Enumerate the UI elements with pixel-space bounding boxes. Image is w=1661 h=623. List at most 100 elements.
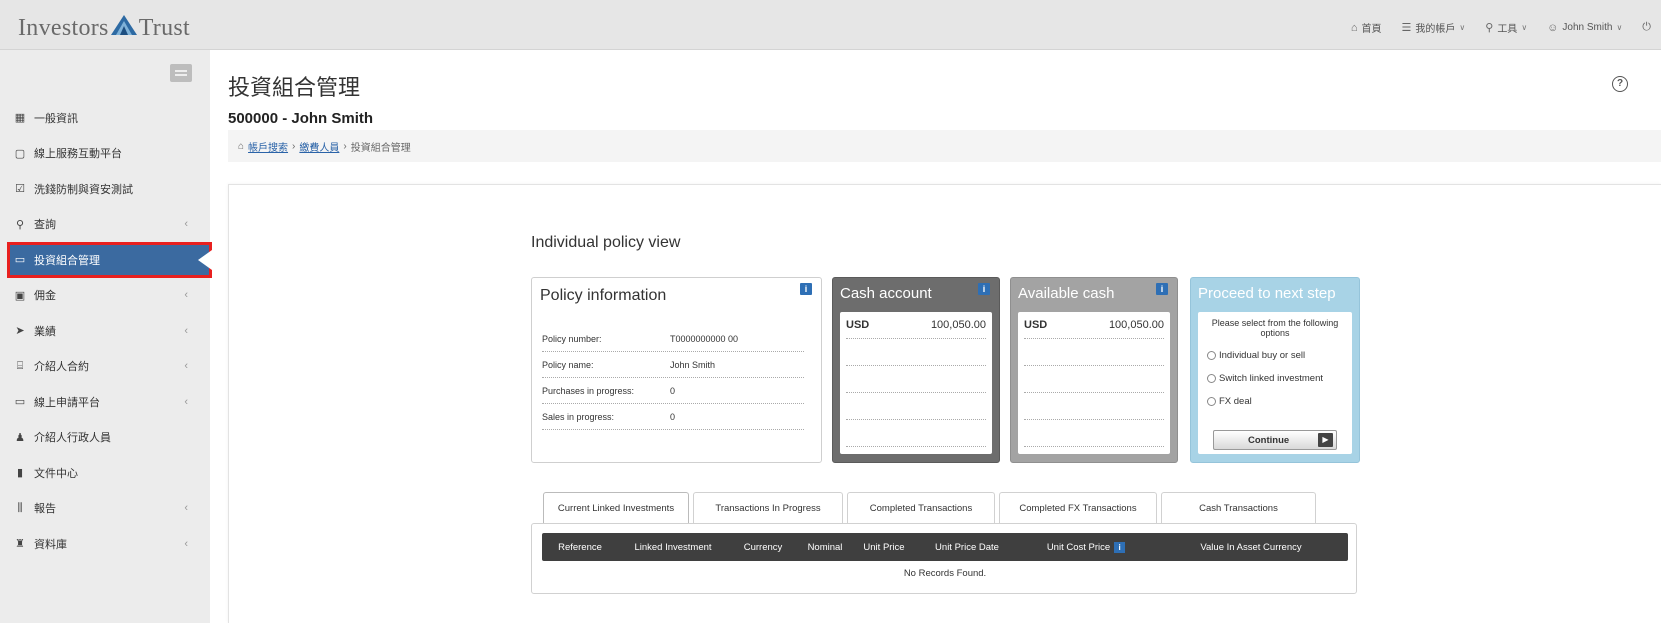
available-cash-card: Available cash i USD 100,050.00 bbox=[1010, 277, 1178, 463]
tab-cash-transactions[interactable]: Cash Transactions bbox=[1161, 492, 1316, 524]
continue-button[interactable]: Continue ▶ bbox=[1213, 430, 1337, 450]
users-icon: ♟ bbox=[15, 431, 25, 444]
checklist-icon: ☑ bbox=[15, 183, 25, 196]
grid-icon: ▦ bbox=[14, 112, 26, 125]
breadcrumb-current: 投資組合管理 bbox=[350, 142, 411, 154]
policy-number-label: Policy number: bbox=[542, 333, 602, 344]
logo-emblem-icon bbox=[110, 14, 138, 43]
column-header-nominal[interactable]: Nominal bbox=[798, 542, 852, 553]
option-fx-deal[interactable]: FX deal bbox=[1207, 396, 1352, 407]
available-cash-body: USD 100,050.00 bbox=[1018, 312, 1170, 454]
sidebar-item-online-service[interactable]: ▢ 線上服務互動平台 bbox=[0, 136, 210, 172]
chevron-left-icon: ‹ bbox=[184, 324, 188, 337]
option-individual-buy-sell[interactable]: Individual buy or sell bbox=[1207, 350, 1352, 361]
logo-text-right: Trust bbox=[138, 15, 191, 41]
tab-completed-transactions[interactable]: Completed Transactions bbox=[847, 492, 995, 524]
sidebar-item-introducer-admin[interactable]: ♟ 介紹人行政人員 bbox=[0, 420, 210, 456]
sidebar-item-online-application[interactable]: ▭ 線上申請平台 ‹ bbox=[0, 384, 210, 420]
home-icon: ⌂ bbox=[238, 140, 245, 152]
top-nav-user[interactable]: ☺ John Smith ∨ bbox=[1547, 20, 1622, 35]
sidebar-item-search[interactable]: ⚲ 查詢 ‹ bbox=[0, 207, 210, 243]
chevron-left-icon: ‹ bbox=[184, 502, 188, 515]
top-nav-home[interactable]: ⌂ 首頁 bbox=[1351, 20, 1382, 36]
document-icon: ▮ bbox=[16, 467, 24, 480]
currency-label: USD bbox=[846, 319, 870, 331]
sidebar-item-general-info[interactable]: ▦ 一般資訊 bbox=[0, 100, 210, 136]
currency-label: USD bbox=[1024, 319, 1048, 331]
info-icon[interactable]: i bbox=[1114, 541, 1126, 553]
sidebar-item-label: 投資組合管理 bbox=[34, 254, 100, 267]
top-nav-tools[interactable]: ⚲ 工具 ∨ bbox=[1485, 20, 1527, 35]
no-records-message: No Records Found. bbox=[903, 568, 987, 579]
breadcrumb-separator: › bbox=[292, 140, 296, 152]
top-nav-my-account[interactable]: ☰ 我的帳戶 ∨ bbox=[1402, 20, 1466, 35]
investors-trust-logo[interactable]: Investors Trust bbox=[18, 14, 190, 43]
breadcrumb: ⌂ 帳戶搜索 › 繳費人員 › 投資組合管理 bbox=[228, 130, 1661, 162]
tab-current-linked-investments[interactable]: Current Linked Investments bbox=[543, 492, 689, 524]
sidebar-item-label: 線上申請平台 bbox=[34, 396, 100, 409]
breadcrumb-link-account-search[interactable]: 帳戶搜索 bbox=[248, 139, 288, 154]
search-icon: ⚲ bbox=[15, 218, 25, 231]
sidebar-item-library[interactable]: ♜ 資料庫 ‹ bbox=[0, 526, 210, 562]
cash-account-title: Cash account bbox=[840, 285, 932, 302]
radio-button[interactable] bbox=[1207, 351, 1216, 360]
info-icon[interactable]: i bbox=[1156, 283, 1168, 295]
wrench-icon: ⚲ bbox=[1485, 22, 1494, 34]
transactions-tabs: Current Linked Investments Transactions … bbox=[543, 492, 1320, 524]
sidebar-item-aml-test[interactable]: ☑ 洗錢防制與資安測試 bbox=[0, 171, 210, 207]
table-header: Reference Linked Investment Currency Nom… bbox=[542, 533, 1348, 561]
breadcrumb-link-payer[interactable]: 繳費人員 bbox=[299, 139, 339, 154]
chevron-left-icon: ‹ bbox=[184, 360, 188, 373]
tab-completed-fx-transactions[interactable]: Completed FX Transactions bbox=[999, 492, 1157, 524]
column-header-unit-price[interactable]: Unit Price bbox=[852, 542, 916, 553]
breadcrumb-separator: › bbox=[343, 140, 347, 152]
proceed-next-step-card: Proceed to next step Please select from … bbox=[1190, 277, 1360, 463]
chevron-left-icon: ‹ bbox=[184, 218, 188, 231]
purchases-in-progress-value: 0 bbox=[670, 385, 676, 396]
sidebar-item-label: 線上服務互動平台 bbox=[34, 148, 122, 161]
menu-toggle-button[interactable] bbox=[170, 64, 192, 82]
column-header-unit-price-date[interactable]: Unit Price Date bbox=[916, 542, 1018, 553]
chart-icon: ⫼ bbox=[17, 501, 23, 514]
policy-row: Policy name: John Smith bbox=[542, 352, 804, 378]
empty-row bbox=[846, 366, 986, 393]
portfolio-icon: ▭ bbox=[14, 254, 26, 267]
column-header-reference[interactable]: Reference bbox=[542, 542, 618, 553]
continue-label: Continue bbox=[1248, 434, 1290, 446]
sidebar-item-portfolio-management[interactable]: ▭ 投資組合管理 bbox=[7, 242, 212, 278]
chevron-down-icon: ∨ bbox=[1616, 23, 1623, 32]
sidebar-item-commission[interactable]: ▣ 佣金 ‹ bbox=[0, 278, 210, 314]
option-label: Switch linked investment bbox=[1219, 373, 1324, 384]
column-header-unit-cost-price[interactable]: Unit Cost Price i bbox=[1018, 541, 1154, 553]
sales-in-progress-label: Sales in progress: bbox=[542, 411, 615, 422]
sidebar-item-label: 一般資訊 bbox=[34, 112, 78, 125]
chevron-down-icon: ∨ bbox=[1459, 23, 1466, 32]
top-nav-my-account-label: 我的帳戶 bbox=[1415, 24, 1456, 35]
sidebar-item-label: 介紹人合約 bbox=[34, 361, 89, 374]
info-icon[interactable]: i bbox=[800, 283, 812, 295]
section-title: Individual policy view bbox=[531, 234, 681, 251]
policy-name-value: John Smith bbox=[670, 359, 716, 370]
sidebar-item-document-center[interactable]: ▮ 文件中心 bbox=[0, 455, 210, 491]
info-icon[interactable]: i bbox=[978, 283, 990, 295]
option-switch-linked-investment[interactable]: Switch linked investment bbox=[1207, 373, 1352, 384]
radio-button[interactable] bbox=[1207, 374, 1216, 383]
sidebar-item-reports[interactable]: ⫼ 報告 ‹ bbox=[0, 491, 210, 527]
sidebar: ▦ 一般資訊 ▢ 線上服務互動平台 ☑ 洗錢防制與資安測試 ⚲ 查詢 ‹ ▭ 投… bbox=[0, 50, 212, 623]
tab-transactions-in-progress[interactable]: Transactions In Progress bbox=[693, 492, 843, 524]
help-icon[interactable]: ? bbox=[1612, 76, 1628, 92]
column-header-linked-investment[interactable]: Linked Investment bbox=[618, 542, 728, 553]
sidebar-item-introducer-contract[interactable]: ⌸ 介紹人合約 ‹ bbox=[0, 349, 210, 385]
logout-button[interactable]: ⏻ bbox=[1642, 20, 1651, 35]
sidebar-item-performance[interactable]: ➤ 業績 ‹ bbox=[0, 313, 210, 349]
column-header-value-in-asset-currency[interactable]: Value In Asset Currency bbox=[1154, 542, 1348, 553]
option-label: Individual buy or sell bbox=[1219, 350, 1306, 361]
chevron-left-icon: ‹ bbox=[184, 537, 188, 550]
logo-text-left: Investors bbox=[18, 15, 109, 41]
sidebar-item-label: 介紹人行政人員 bbox=[34, 432, 111, 445]
column-header-currency[interactable]: Currency bbox=[728, 542, 798, 553]
radio-button[interactable] bbox=[1207, 397, 1216, 406]
purchases-in-progress-label: Purchases in progress: bbox=[542, 385, 635, 396]
empty-row bbox=[1024, 393, 1164, 420]
power-icon: ⏻ bbox=[1642, 21, 1651, 33]
